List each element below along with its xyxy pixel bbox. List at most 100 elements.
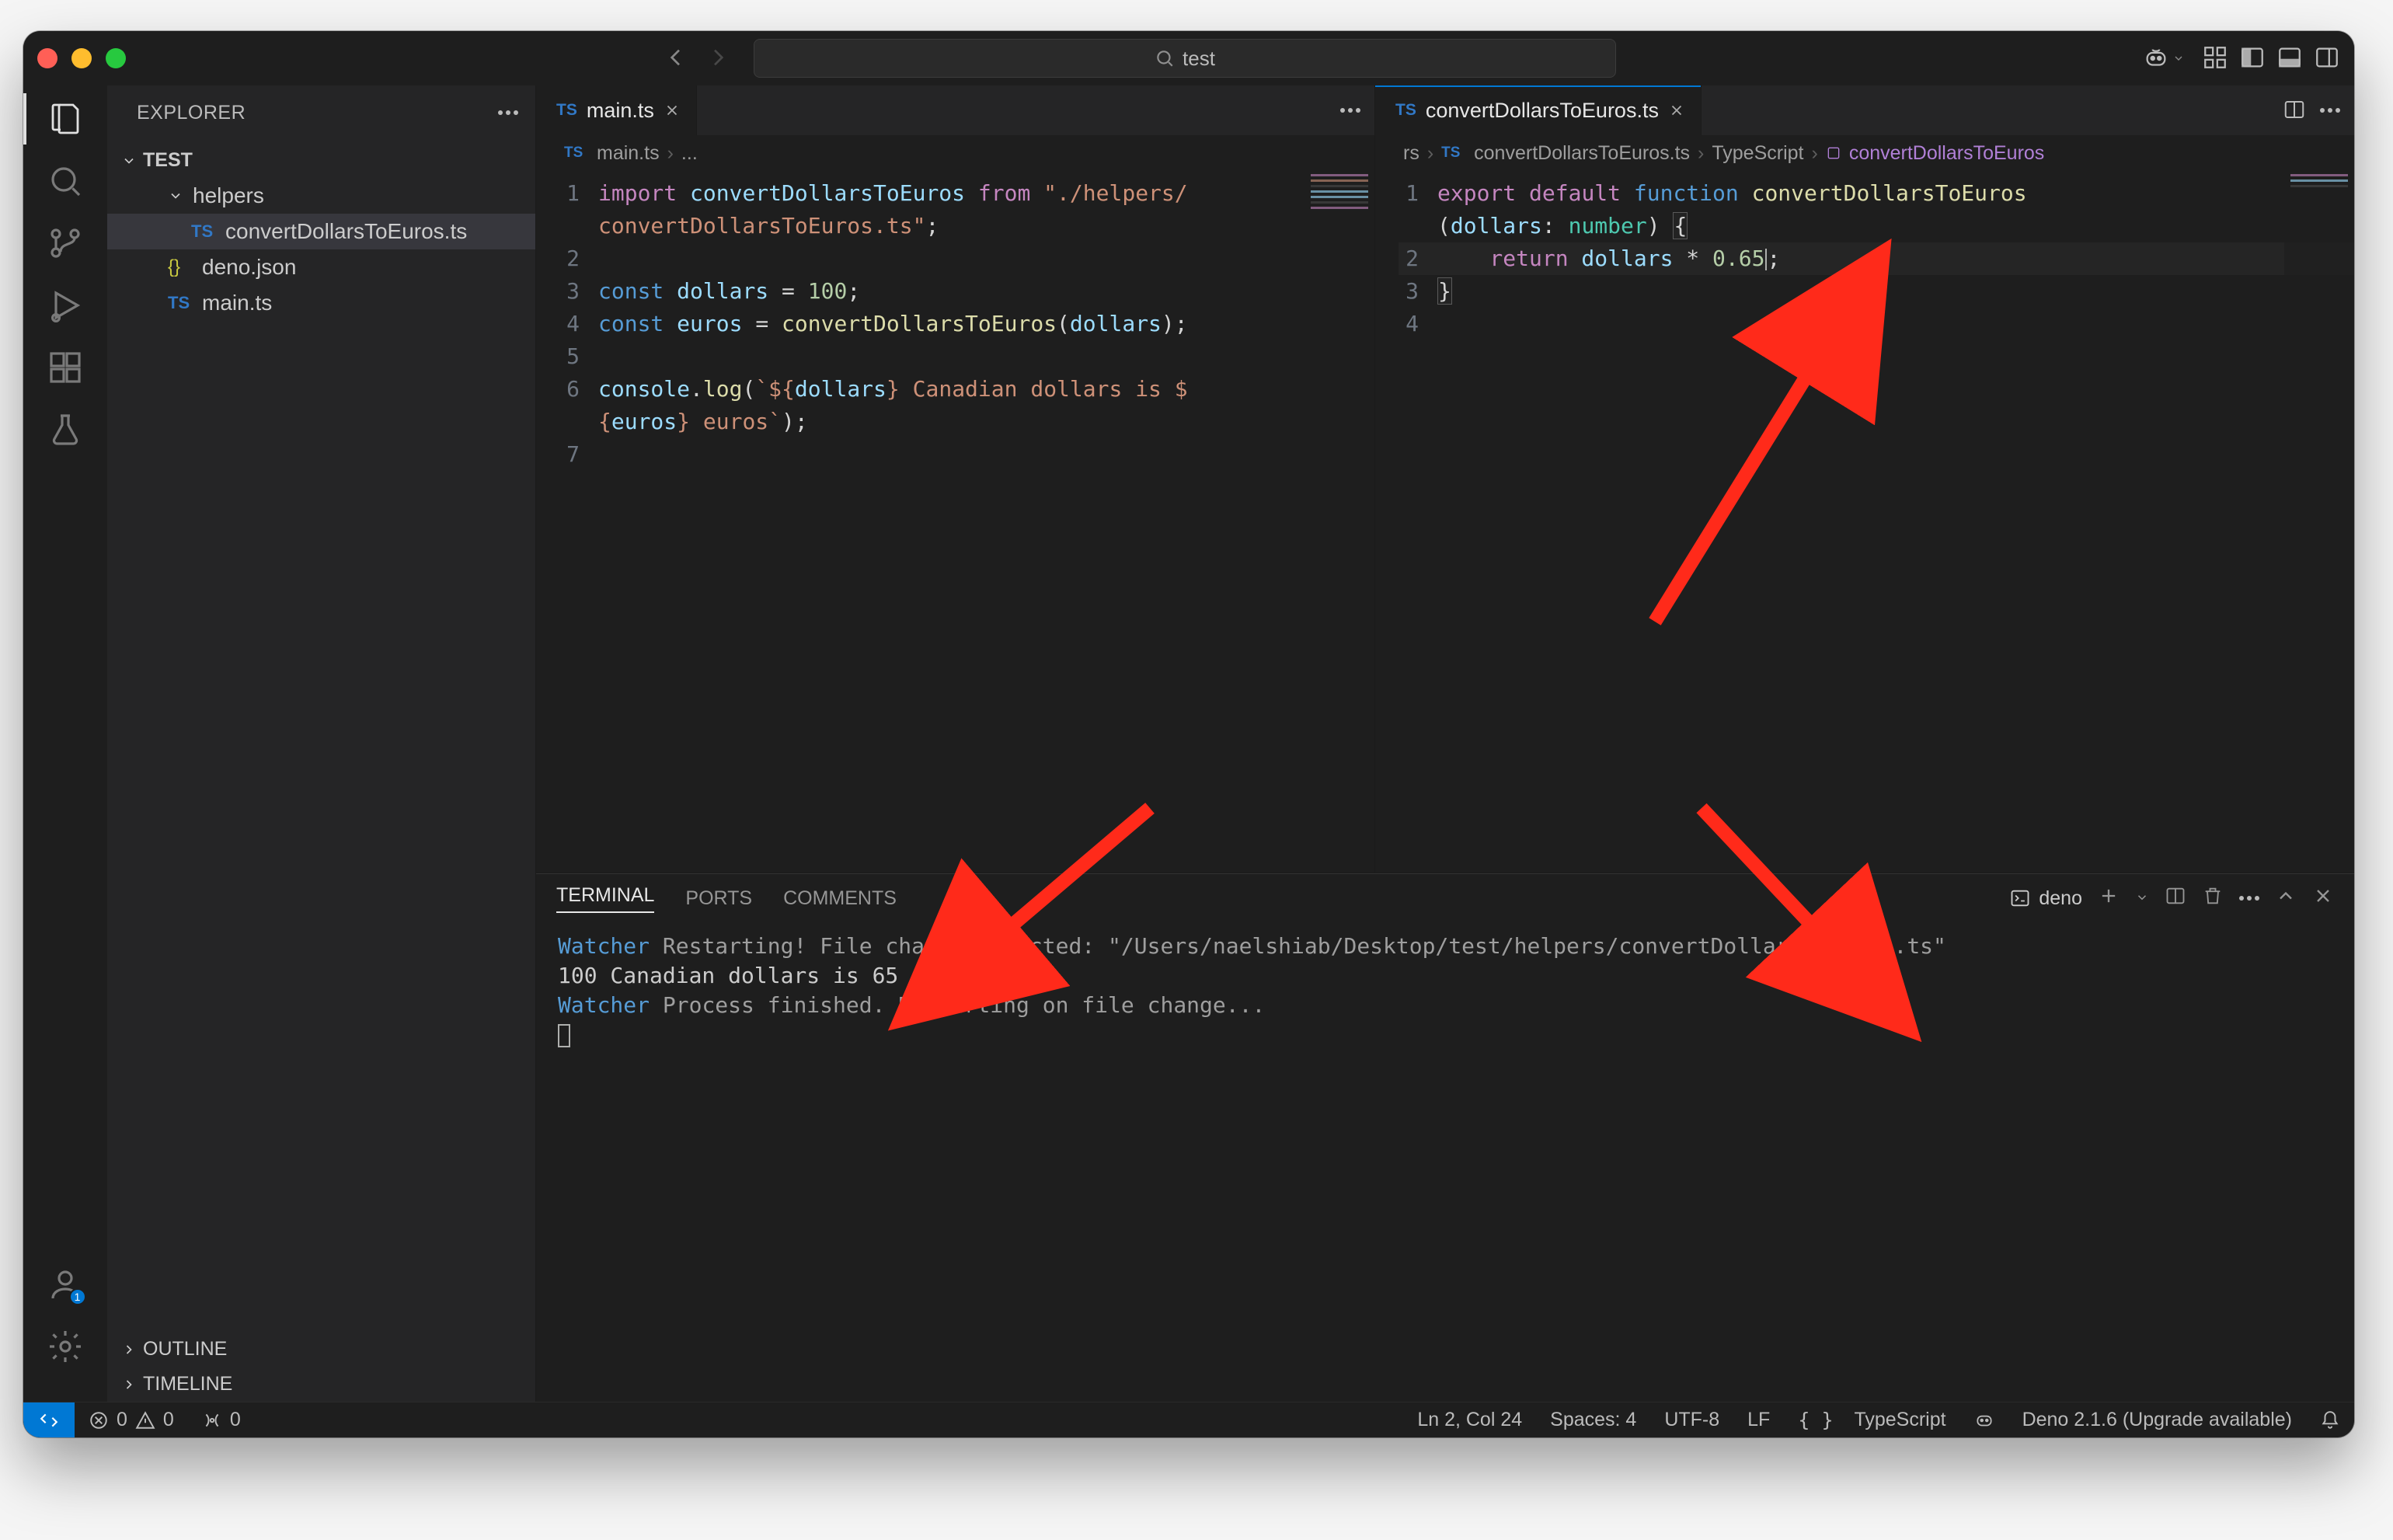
close-icon[interactable] xyxy=(1668,102,1685,119)
editor-more-button[interactable] xyxy=(1340,108,1360,113)
split-terminal-button[interactable] xyxy=(2165,885,2186,912)
split-icon xyxy=(2283,98,2306,121)
plus-icon xyxy=(2098,885,2120,907)
activity-testing[interactable] xyxy=(46,410,85,449)
split-icon xyxy=(2165,885,2186,907)
fullscreen-window-button[interactable] xyxy=(106,48,126,68)
minimap[interactable] xyxy=(2284,171,2354,873)
bottom-panel: TERMINAL PORTS COMMENTS deno xyxy=(536,873,2354,1402)
new-terminal-button[interactable] xyxy=(2098,885,2120,912)
toggle-primary-sidebar-button[interactable] xyxy=(2239,44,2266,73)
status-copilot[interactable] xyxy=(1960,1410,2008,1430)
activity-extensions[interactable] xyxy=(46,348,85,387)
code-editor-left[interactable]: 1import convertDollarsToEuros from "./he… xyxy=(536,171,1374,873)
tab-main-ts[interactable]: TS main.ts xyxy=(536,85,697,135)
chevron-right-icon xyxy=(121,1342,137,1357)
activity-run-debug[interactable] xyxy=(46,286,85,325)
account-badge: 1 xyxy=(69,1288,86,1305)
outline-label: OUTLINE xyxy=(143,1338,227,1361)
status-notifications[interactable] xyxy=(2306,1410,2354,1430)
folder-helpers[interactable]: helpers xyxy=(107,178,535,214)
status-ports[interactable]: 0 xyxy=(188,1409,255,1431)
command-center[interactable]: test xyxy=(754,39,1616,78)
debug-icon xyxy=(47,287,84,324)
remote-button[interactable] xyxy=(23,1402,75,1437)
timeline-section[interactable]: TIMELINE xyxy=(107,1367,535,1402)
minimize-window-button[interactable] xyxy=(71,48,92,68)
copilot-button[interactable] xyxy=(2143,45,2185,71)
editor-more-button[interactable] xyxy=(2320,108,2340,113)
tab-convert-dollars[interactable]: TS convertDollarsToEuros.ts xyxy=(1375,85,1702,135)
panel-left-icon xyxy=(2239,44,2266,71)
file-main-ts[interactable]: TS main.ts xyxy=(107,285,535,321)
activity-accounts[interactable]: 1 xyxy=(46,1265,85,1304)
status-cursor-pos[interactable]: Ln 2, Col 24 xyxy=(1403,1409,1536,1431)
editor-pane-left: TS main.ts TS main.ts › ... xyxy=(536,85,1375,873)
file-label: convertDollarsToEuros.ts xyxy=(225,219,467,244)
status-encoding[interactable]: UTF-8 xyxy=(1650,1409,1733,1431)
activity-source-control[interactable] xyxy=(46,224,85,263)
close-icon[interactable] xyxy=(664,102,681,119)
activity-search[interactable] xyxy=(46,162,85,200)
nav-back-button[interactable] xyxy=(664,45,688,72)
layout-customize-button[interactable] xyxy=(2202,44,2228,73)
editor-pane-right: TS convertDollarsToEuros.ts rs › TS xyxy=(1375,85,2354,873)
file-label: deno.json xyxy=(202,255,296,280)
typescript-icon: TS xyxy=(564,145,589,162)
status-bar: 0 0 0 Ln 2, Col 24 Spaces: 4 UTF-8 LF { … xyxy=(23,1402,2354,1437)
explorer-sidebar: EXPLORER TEST helpers TS convertDollarsT… xyxy=(107,85,536,1402)
panel-tab-comments[interactable]: COMMENTS xyxy=(783,887,897,910)
terminal-shell-label[interactable]: deno xyxy=(2009,887,2082,910)
chevron-down-icon xyxy=(121,153,137,169)
search-text: test xyxy=(1183,47,1215,71)
maximize-panel-button[interactable] xyxy=(2275,885,2297,912)
outline-section[interactable]: OUTLINE xyxy=(107,1332,535,1367)
panel-tab-terminal[interactable]: TERMINAL xyxy=(556,884,654,913)
breadcrumbs-left[interactable]: TS main.ts › ... xyxy=(536,135,1374,171)
activity-explorer[interactable] xyxy=(46,99,85,138)
status-indent[interactable]: Spaces: 4 xyxy=(1536,1409,1650,1431)
terminal-icon xyxy=(2009,887,2031,909)
file-deno-json[interactable]: {} deno.json xyxy=(107,249,535,285)
project-name: TEST xyxy=(143,149,193,172)
terminal-more-button[interactable] xyxy=(2239,896,2259,901)
extensions-icon xyxy=(47,349,84,386)
terminal-output[interactable]: Watcher Restarting! File change detected… xyxy=(536,922,2354,1402)
explorer-more-button[interactable] xyxy=(498,110,518,115)
panel-tab-ports[interactable]: PORTS xyxy=(685,887,752,910)
gear-icon xyxy=(47,1328,84,1365)
close-panel-button[interactable] xyxy=(2312,885,2334,912)
copilot-icon xyxy=(2143,45,2169,71)
status-deno[interactable]: Deno 2.1.6 (Upgrade available) xyxy=(2008,1409,2306,1431)
chevron-up-icon xyxy=(2275,885,2297,907)
nav-forward-button[interactable] xyxy=(705,45,730,72)
layout-grid-icon xyxy=(2202,44,2228,71)
project-root[interactable]: TEST xyxy=(107,143,535,178)
breadcrumbs-right[interactable]: rs › TS convertDollarsToEuros.ts › TypeS… xyxy=(1375,135,2354,171)
remote-icon xyxy=(39,1410,59,1430)
panel-bottom-icon xyxy=(2276,44,2303,71)
warning-icon xyxy=(135,1410,155,1430)
panel-right-icon xyxy=(2314,44,2340,71)
close-window-button[interactable] xyxy=(37,48,57,68)
symbol-function-icon xyxy=(1826,145,1841,161)
terminal-dropdown-button[interactable] xyxy=(2135,887,2149,910)
code-editor-right[interactable]: 1export default function convertDollarsT… xyxy=(1375,171,2354,873)
window-controls xyxy=(37,48,126,68)
tab-label: convertDollarsToEuros.ts xyxy=(1426,99,1659,123)
status-language[interactable]: { } TypeScript xyxy=(1784,1409,1959,1431)
crumb: convertDollarsToEuros xyxy=(1849,142,2045,165)
trash-icon xyxy=(2202,885,2224,907)
file-convert-dollars[interactable]: TS convertDollarsToEuros.ts xyxy=(107,214,535,249)
typescript-icon: TS xyxy=(191,221,216,242)
status-problems[interactable]: 0 0 xyxy=(75,1409,188,1431)
crumb: ... xyxy=(681,142,698,165)
status-eol[interactable]: LF xyxy=(1733,1409,1784,1431)
split-editor-button[interactable] xyxy=(2283,98,2306,124)
file-label: main.ts xyxy=(202,291,272,315)
toggle-secondary-sidebar-button[interactable] xyxy=(2314,44,2340,73)
minimap[interactable] xyxy=(1304,171,1374,873)
kill-terminal-button[interactable] xyxy=(2202,885,2224,912)
activity-settings[interactable] xyxy=(46,1327,85,1366)
toggle-panel-button[interactable] xyxy=(2276,44,2303,73)
